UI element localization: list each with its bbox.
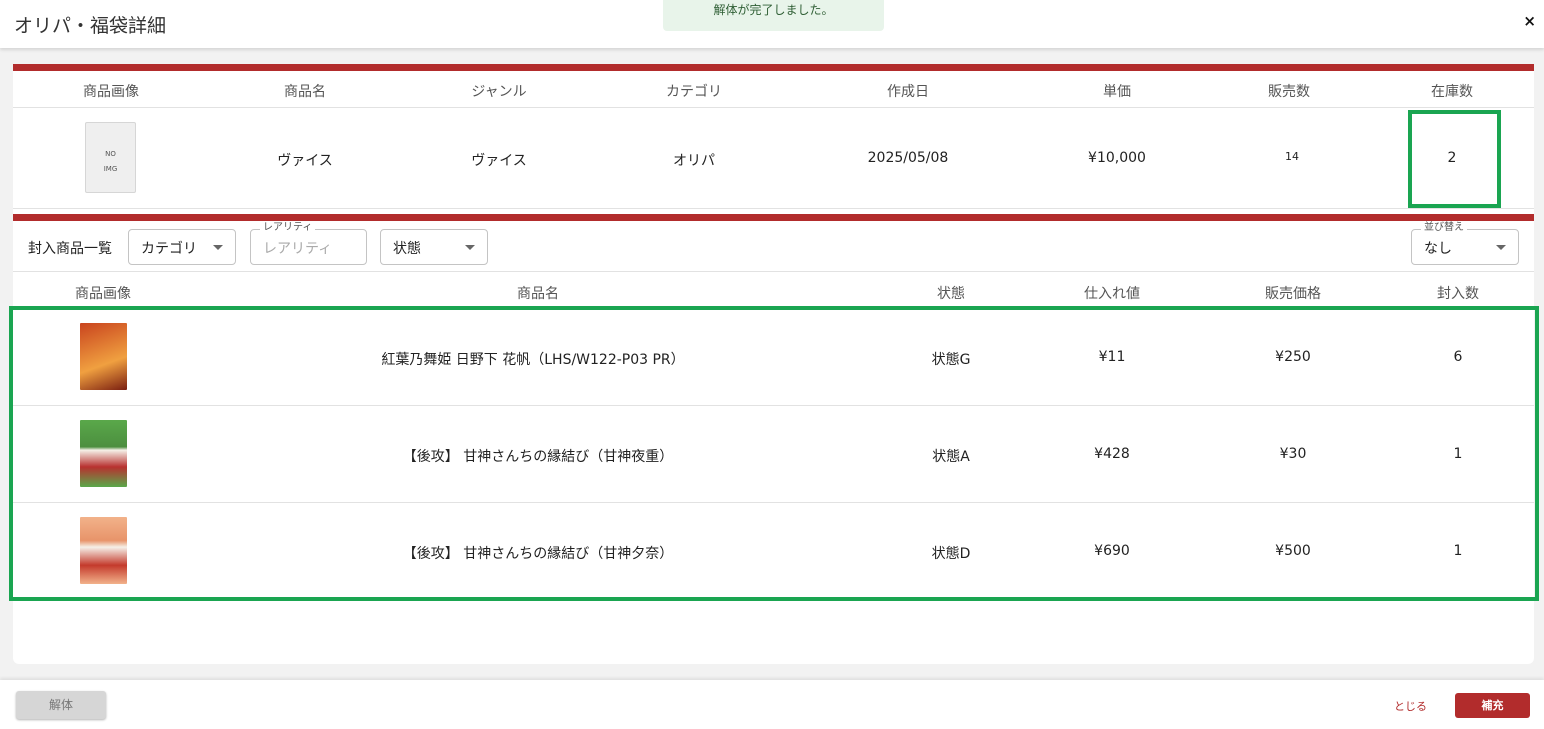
header-unit-price: 単価: [1103, 84, 1131, 100]
rows-highlight: [9, 306, 1539, 601]
rarity-label: レアリティ: [260, 222, 316, 234]
items-header-cost: 仕入れ値: [1084, 286, 1140, 302]
dismantle-button[interactable]: 解体: [16, 691, 106, 719]
product-section-bar: [13, 64, 1534, 71]
sort-label: 並び替え: [1421, 222, 1467, 234]
header-created: 作成日: [887, 84, 929, 100]
header-genre: ジャンル: [471, 84, 527, 100]
product-name: ヴァイス: [277, 153, 333, 169]
items-header-count: 封入数: [1437, 286, 1479, 302]
dropdown-arrow-icon: [213, 245, 223, 250]
divider: [13, 107, 1534, 108]
header-category: カテゴリ: [666, 84, 722, 100]
header-sold: 販売数: [1268, 84, 1310, 100]
product-category: オリパ: [673, 153, 715, 169]
sort-select[interactable]: 並び替え なし: [1411, 222, 1519, 265]
supply-button[interactable]: 補充: [1455, 693, 1530, 718]
category-select[interactable]: カテゴリ: [128, 229, 236, 265]
sort-select-value: なし: [1424, 241, 1452, 257]
product-unit-price: ¥10,000: [1088, 150, 1146, 166]
header-stock: 在庫数: [1431, 84, 1473, 100]
category-select-value: カテゴリ: [141, 241, 197, 257]
no-image-text: IMG: [103, 165, 118, 173]
items-header-condition: 状態: [937, 286, 965, 302]
product-created-date: 2025/05/08: [867, 150, 949, 166]
divider: [13, 271, 1534, 272]
product-genre: ヴァイス: [471, 153, 527, 169]
dialog-footer: 解体 とじる 補充: [0, 680, 1544, 729]
items-header-price: 販売価格: [1265, 286, 1321, 302]
items-header-image: 商品画像: [75, 286, 131, 302]
dropdown-arrow-icon: [465, 245, 475, 250]
no-image-text: NO: [105, 150, 116, 158]
rarity-placeholder: レアリティ: [263, 241, 333, 257]
included-items-label: 封入商品一覧: [28, 241, 112, 257]
dropdown-arrow-icon: [1496, 245, 1506, 250]
toast-message: 解体が完了しました。: [663, 0, 884, 31]
items-header-name: 商品名: [517, 286, 559, 302]
header-product-name: 商品名: [284, 84, 326, 100]
dialog-content: 商品画像 商品名 ジャンル カテゴリ 作成日 単価 販売数 在庫数 NO IMG…: [9, 64, 1539, 664]
rarity-input[interactable]: レアリティ レアリティ: [250, 222, 367, 265]
product-image-placeholder: NO IMG: [85, 122, 136, 193]
condition-select[interactable]: 状態: [380, 229, 488, 265]
close-icon[interactable]: ×: [1523, 12, 1536, 30]
divider: [13, 208, 1534, 209]
items-section-bar: [13, 214, 1534, 221]
close-button[interactable]: とじる: [1394, 698, 1427, 714]
header-product-image: 商品画像: [83, 84, 139, 100]
condition-select-value: 状態: [393, 241, 421, 257]
dialog-title: オリパ・福袋詳細: [14, 15, 167, 37]
stock-highlight: [1408, 110, 1501, 208]
product-sold-count: 14: [1285, 150, 1299, 163]
